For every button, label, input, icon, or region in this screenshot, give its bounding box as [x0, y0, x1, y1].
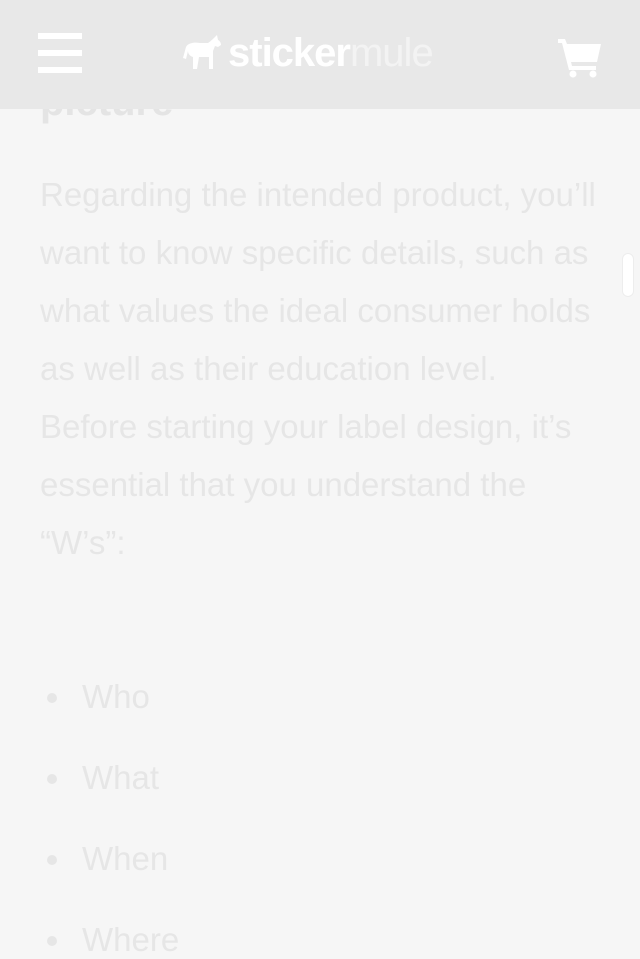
page: picture Regarding the intended product, …: [0, 0, 640, 959]
list-item-when: When: [0, 830, 640, 911]
list-item-who: Who: [0, 668, 640, 749]
hamburger-menu-icon[interactable]: [38, 33, 82, 73]
list-item-label: What: [82, 759, 160, 796]
w-list: Who What When Where: [0, 668, 640, 959]
list-item-what: What: [0, 749, 640, 830]
list-item-where: Where: [0, 911, 640, 959]
logo-text-mule: mule: [349, 31, 434, 75]
list-item-label: Where: [82, 921, 180, 958]
bullet-icon: [47, 693, 57, 703]
bullet-icon: [47, 774, 57, 784]
bullet-icon: [47, 855, 57, 865]
article-content: picture Regarding the intended product, …: [0, 0, 640, 959]
logo-text-sticker: sticker: [228, 31, 351, 75]
list-item-label: When: [82, 840, 169, 877]
sticker-mule-logo[interactable]: sticker mule: [180, 28, 434, 78]
site-header: sticker mule: [0, 0, 640, 109]
article-paragraph: Regarding the intended product, you’ll w…: [40, 176, 596, 561]
shopping-cart-icon[interactable]: [557, 36, 603, 78]
mule-icon: [183, 35, 221, 69]
bullet-icon: [47, 936, 57, 946]
scrollbar-thumb[interactable]: [622, 253, 634, 297]
list-item-label: Who: [82, 678, 150, 715]
